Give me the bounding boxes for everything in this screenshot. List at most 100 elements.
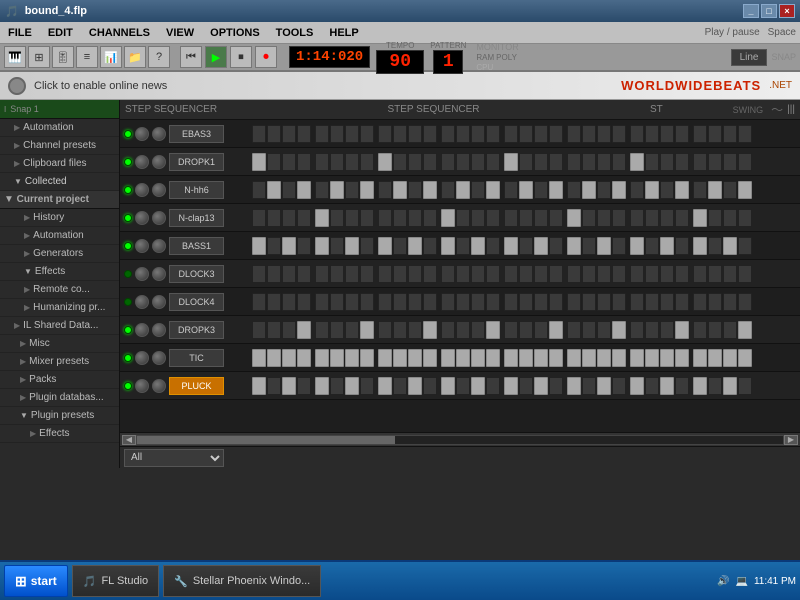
- pad[interactable]: [693, 153, 707, 171]
- pad[interactable]: [567, 153, 581, 171]
- led-nclap13[interactable]: [124, 214, 132, 222]
- pad[interactable]: [282, 181, 296, 199]
- pad[interactable]: [534, 293, 548, 311]
- pad[interactable]: [660, 181, 674, 199]
- pad[interactable]: [630, 125, 644, 143]
- pad[interactable]: [534, 181, 548, 199]
- sidebar-item-remote[interactable]: ▶ Remote co...: [0, 281, 119, 299]
- filter-select[interactable]: All: [124, 449, 224, 467]
- pad[interactable]: [297, 153, 311, 171]
- pad[interactable]: [456, 293, 470, 311]
- pad[interactable]: [423, 377, 437, 395]
- pad[interactable]: [345, 349, 359, 367]
- graph-btn[interactable]: 📊: [100, 46, 122, 68]
- record-btn[interactable]: ⏺: [255, 46, 277, 68]
- pad[interactable]: [549, 293, 563, 311]
- seq-scrollbar[interactable]: ◀ ▶: [120, 432, 800, 446]
- pad[interactable]: [723, 265, 737, 283]
- pad[interactable]: [408, 265, 422, 283]
- pad[interactable]: [345, 321, 359, 339]
- pad[interactable]: [567, 209, 581, 227]
- inst-name-dropk1[interactable]: DROPK1: [169, 153, 224, 171]
- pad[interactable]: [423, 349, 437, 367]
- pad[interactable]: [378, 265, 392, 283]
- pad[interactable]: [582, 293, 596, 311]
- pad[interactable]: [393, 321, 407, 339]
- pad[interactable]: [471, 293, 485, 311]
- pad[interactable]: [534, 321, 548, 339]
- pad[interactable]: [252, 265, 266, 283]
- led-nhh6[interactable]: [124, 186, 132, 194]
- pad[interactable]: [423, 125, 437, 143]
- pad[interactable]: [504, 349, 518, 367]
- pad[interactable]: [708, 153, 722, 171]
- sidebar-item-channel-presets[interactable]: ▶ Channel presets: [0, 137, 119, 155]
- knob1-dlock4[interactable]: [135, 295, 149, 309]
- pad[interactable]: [441, 125, 455, 143]
- pad[interactable]: [360, 377, 374, 395]
- led-ebas3[interactable]: [124, 130, 132, 138]
- pad[interactable]: [693, 209, 707, 227]
- play-btn[interactable]: ▶: [205, 46, 227, 68]
- pad[interactable]: [504, 125, 518, 143]
- pad[interactable]: [471, 209, 485, 227]
- pad[interactable]: [708, 265, 722, 283]
- pad[interactable]: [612, 153, 626, 171]
- pad[interactable]: [504, 153, 518, 171]
- pad[interactable]: [723, 125, 737, 143]
- pad[interactable]: [315, 377, 329, 395]
- knob1-nhh6[interactable]: [135, 183, 149, 197]
- pad[interactable]: [315, 265, 329, 283]
- pad[interactable]: [504, 321, 518, 339]
- pad[interactable]: [534, 237, 548, 255]
- scroll-thumb[interactable]: [137, 436, 395, 444]
- pad[interactable]: [630, 153, 644, 171]
- pad[interactable]: [252, 293, 266, 311]
- pad[interactable]: [693, 349, 707, 367]
- pad[interactable]: [519, 377, 533, 395]
- pad[interactable]: [282, 349, 296, 367]
- pad[interactable]: [456, 209, 470, 227]
- pad[interactable]: [630, 349, 644, 367]
- pad[interactable]: [504, 293, 518, 311]
- pad[interactable]: [345, 125, 359, 143]
- pad[interactable]: [630, 321, 644, 339]
- led-dropk3[interactable]: [124, 326, 132, 334]
- pad[interactable]: [675, 209, 689, 227]
- inst-name-nclap13[interactable]: N-clap13: [169, 209, 224, 227]
- pad[interactable]: [423, 293, 437, 311]
- pad[interactable]: [567, 125, 581, 143]
- pad[interactable]: [534, 349, 548, 367]
- pad[interactable]: [723, 293, 737, 311]
- pad[interactable]: [393, 125, 407, 143]
- pad[interactable]: [486, 293, 500, 311]
- pad[interactable]: [567, 321, 581, 339]
- pad[interactable]: [441, 349, 455, 367]
- knob2-ebas3[interactable]: [152, 127, 166, 141]
- led-pluck[interactable]: [124, 382, 132, 390]
- pad[interactable]: [282, 125, 296, 143]
- pad[interactable]: [393, 181, 407, 199]
- pad[interactable]: [645, 209, 659, 227]
- pad[interactable]: [330, 265, 344, 283]
- inst-name-tic[interactable]: TIC: [169, 349, 224, 367]
- pad[interactable]: [408, 125, 422, 143]
- pad[interactable]: [486, 153, 500, 171]
- pad[interactable]: [582, 153, 596, 171]
- pad[interactable]: [393, 293, 407, 311]
- pad[interactable]: [360, 349, 374, 367]
- pad[interactable]: [675, 237, 689, 255]
- pad[interactable]: [549, 125, 563, 143]
- pad[interactable]: [252, 321, 266, 339]
- inst-name-dlock3[interactable]: DLOCK3: [169, 265, 224, 283]
- pad[interactable]: [408, 321, 422, 339]
- pad[interactable]: [267, 321, 281, 339]
- pad[interactable]: [423, 265, 437, 283]
- pad[interactable]: [267, 181, 281, 199]
- pad[interactable]: [471, 125, 485, 143]
- pad[interactable]: [645, 237, 659, 255]
- taskbar-app-stellar[interactable]: 🔧 Stellar Phoenix Windo...: [163, 565, 321, 597]
- sidebar-item-history[interactable]: ▶ History: [0, 209, 119, 227]
- pad[interactable]: [630, 377, 644, 395]
- pad[interactable]: [660, 237, 674, 255]
